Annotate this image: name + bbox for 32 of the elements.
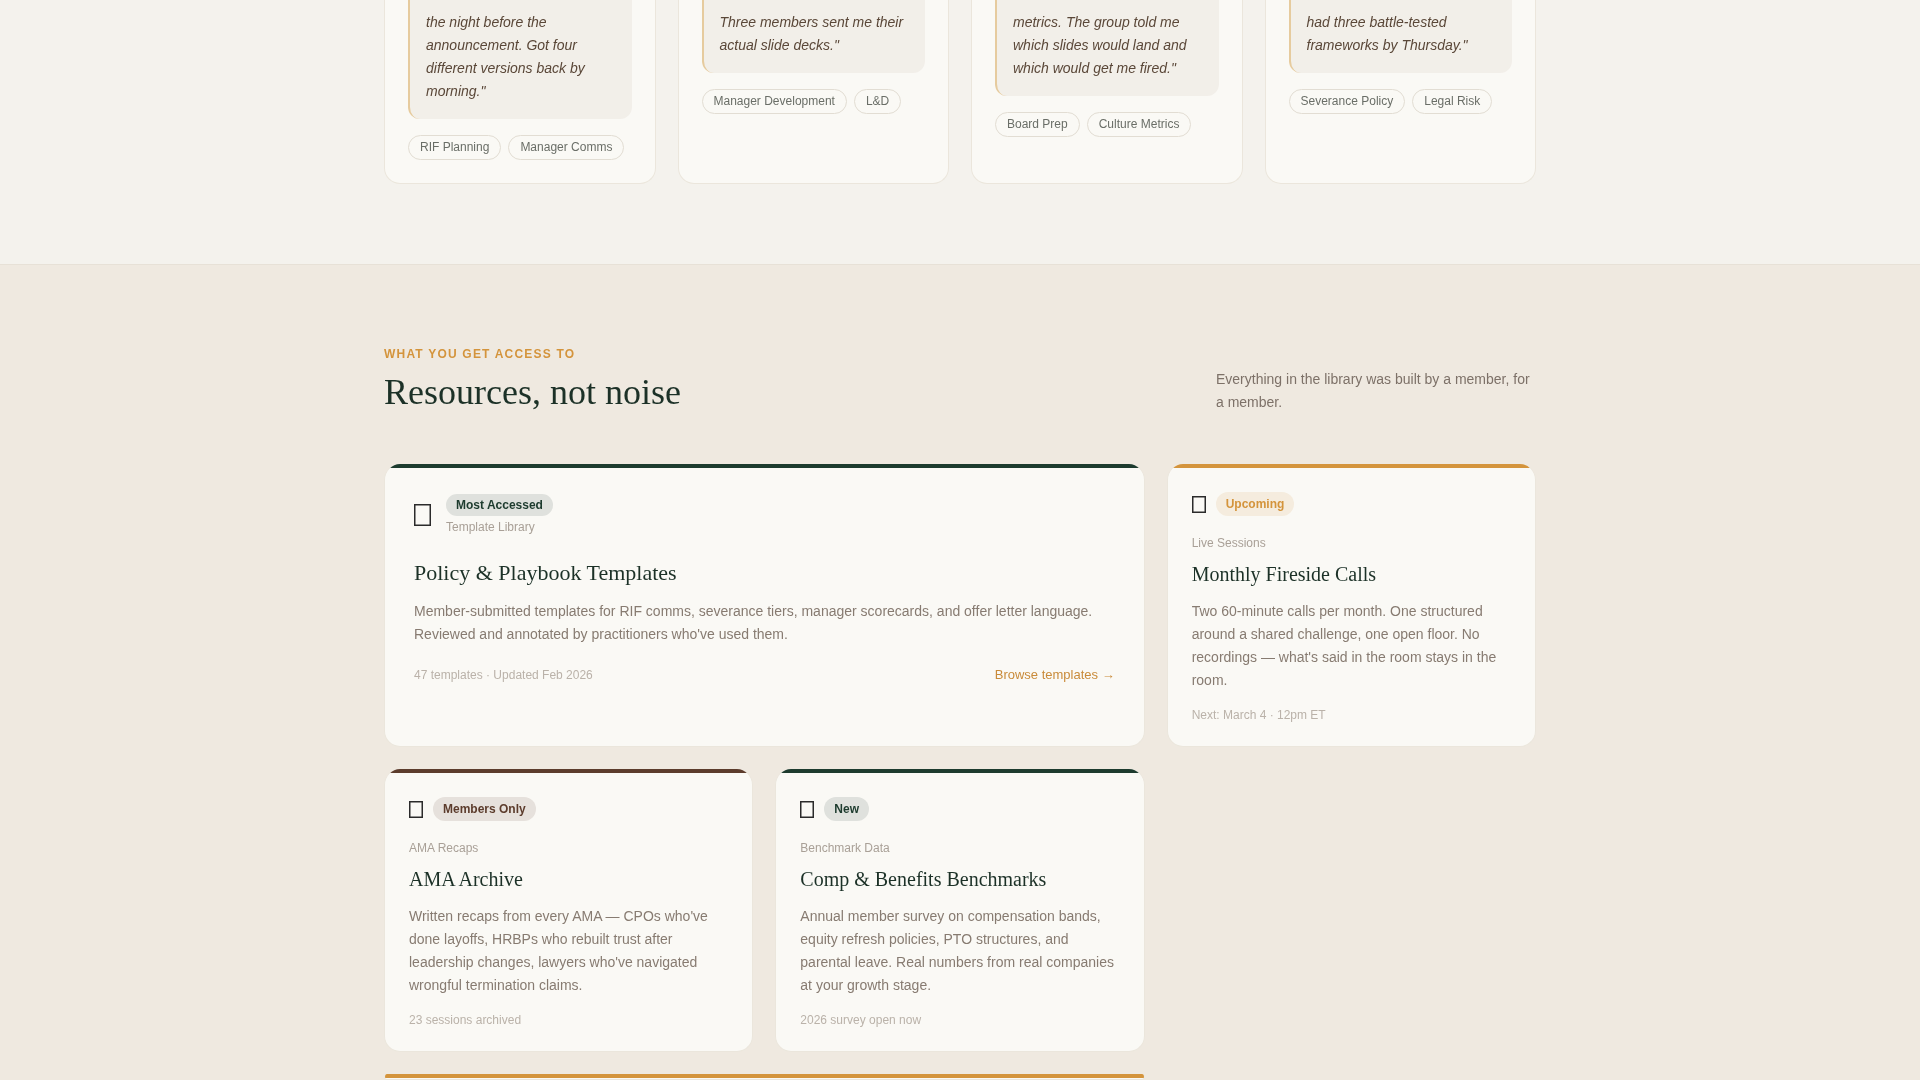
card-meta: 2026 survey open now bbox=[800, 1012, 923, 1028]
section-title: Resources, not noise bbox=[384, 371, 681, 414]
card-description: Written recaps from every AMA — CPOs who've done layoffs, HRBPs who rebuilt trust after leadership changes, lawyers who've navigated wrongful termination claims. bbox=[409, 906, 709, 995]
rectangle-outline-icon bbox=[414, 503, 431, 526]
browse-link[interactable]: Browse templates → bbox=[994, 665, 1115, 684]
status-badge: Upcoming bbox=[1215, 492, 1295, 516]
card-title: Monthly Fireside Calls bbox=[1191, 562, 1378, 588]
testimonial-quote: metrics. The group told me which slides would land and which would get me fired." bbox=[995, 0, 1219, 96]
testimonial-quote: Three members sent me their actual slide decks." bbox=[701, 0, 925, 73]
testimonial-quote: had three battle-tested frameworks by Thursday." bbox=[1288, 0, 1512, 73]
status-badge: New bbox=[824, 797, 869, 821]
card-category: AMA Recaps bbox=[409, 840, 480, 856]
card-meta: Next: March 4 · 12pm ET bbox=[1191, 707, 1327, 723]
card-category: Benchmark Data bbox=[800, 840, 891, 856]
card-description: Annual member survey on compensation bands, equity refresh policies, PTO structures, and parental leave. Real numbers from real companies at your growth stage. bbox=[800, 906, 1115, 995]
status-badge: Most Accessed bbox=[446, 494, 553, 516]
rectangle-outline-icon bbox=[1191, 495, 1206, 513]
card-meta: 47 templates · Updated Feb 2026 bbox=[414, 666, 593, 684]
rectangle-outline-icon bbox=[800, 800, 815, 818]
card-description: Member-submitted templates for RIF comms, severance tiers, manager scorecards, and offer letter language. Reviewed and annotated by practitioners who've used them. bbox=[414, 601, 1094, 644]
section-intro: Everything in the library was built by a member, for a member. bbox=[1216, 370, 1531, 412]
card-description: Two 60-minute calls per month. One structured around a shared challenge, one open floor. No recordings — what's said in the room stays in the room. bbox=[1191, 601, 1498, 690]
status-badge: Members Only bbox=[433, 797, 536, 821]
card-meta: 23 sessions archived bbox=[409, 1012, 523, 1028]
card-title: Comp & Benefits Benchmarks bbox=[800, 867, 1048, 893]
card-title: Policy & Playbook Templates bbox=[414, 559, 678, 587]
card-title: AMA Archive bbox=[409, 867, 524, 892]
testimonial-quote: the night before the announcement. Got four different versions back by morning." bbox=[408, 0, 632, 119]
card-category: Template Library bbox=[446, 519, 535, 535]
rectangle-outline-icon bbox=[409, 800, 423, 818]
section-eyebrow: WHAT YOU GET ACCESS TO bbox=[384, 346, 576, 362]
card-category: Live Sessions bbox=[1191, 535, 1267, 551]
